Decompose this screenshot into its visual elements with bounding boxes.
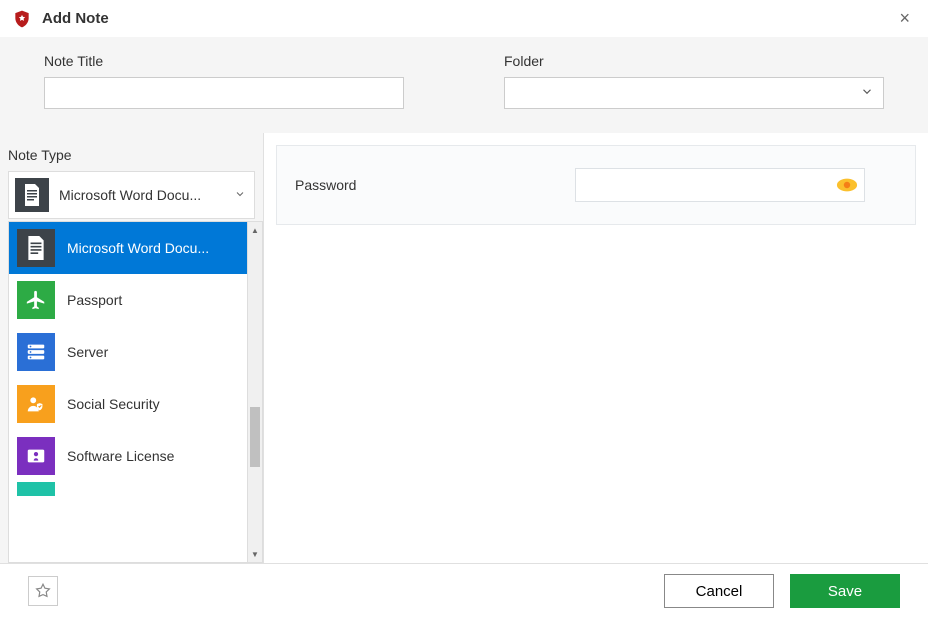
generic-icon [17,482,55,496]
content-area: Note Type Microsoft Word Docu... Microso… [0,133,928,563]
scroll-thumb[interactable] [250,407,260,467]
password-label: Password [295,177,575,193]
cancel-button[interactable]: Cancel [664,574,774,608]
save-button[interactable]: Save [790,574,900,608]
eye-icon [836,177,858,193]
window-title: Add Note [42,10,893,27]
scrollbar[interactable]: ▲ ▼ [247,221,263,563]
document-icon [15,178,49,212]
document-icon [17,229,55,267]
person-shield-icon [17,385,55,423]
note-type-label: Note Type [0,147,263,171]
note-type-item[interactable] [9,482,247,496]
top-form: Note Title Folder [0,37,928,133]
note-title-input[interactable] [44,77,404,109]
note-title-label: Note Title [44,53,404,69]
note-type-item-label: Software License [67,448,239,464]
note-type-selected-label: Microsoft Word Docu... [59,187,234,203]
folder-label: Folder [504,53,884,69]
scroll-track[interactable] [248,238,262,546]
server-icon [17,333,55,371]
main-panel: Password [264,133,928,563]
note-type-item[interactable]: Microsoft Word Docu... [9,222,247,274]
note-type-list: Microsoft Word Docu... Passport Server [8,221,247,563]
close-button[interactable]: × [893,8,916,29]
note-type-item-label: Social Security [67,396,239,412]
license-icon [17,437,55,475]
password-field-row: Password [276,145,916,225]
reveal-password-button[interactable] [835,176,859,194]
scroll-up-arrow-icon[interactable]: ▲ [248,222,262,238]
chevron-down-icon [234,187,246,203]
folder-select[interactable] [504,77,884,109]
note-type-item[interactable]: Software License [9,430,247,482]
note-type-item[interactable]: Social Security [9,378,247,430]
titlebar: Add Note × [0,0,928,37]
note-type-item-label: Server [67,344,239,360]
plane-icon [17,281,55,319]
note-type-item-label: Passport [67,292,239,308]
note-type-item[interactable]: Passport [9,274,247,326]
sidebar: Note Type Microsoft Word Docu... Microso… [0,133,264,563]
scroll-down-arrow-icon[interactable]: ▼ [248,546,262,562]
app-logo-icon [12,9,32,29]
password-input[interactable] [575,168,865,202]
note-type-item-label: Microsoft Word Docu... [67,240,239,256]
folder-group: Folder [504,53,884,109]
favorite-button[interactable] [28,576,58,606]
star-icon [34,582,52,600]
note-type-selector[interactable]: Microsoft Word Docu... [8,171,255,219]
note-title-group: Note Title [44,53,404,109]
footer: Cancel Save [0,563,928,618]
note-type-item[interactable]: Server [9,326,247,378]
